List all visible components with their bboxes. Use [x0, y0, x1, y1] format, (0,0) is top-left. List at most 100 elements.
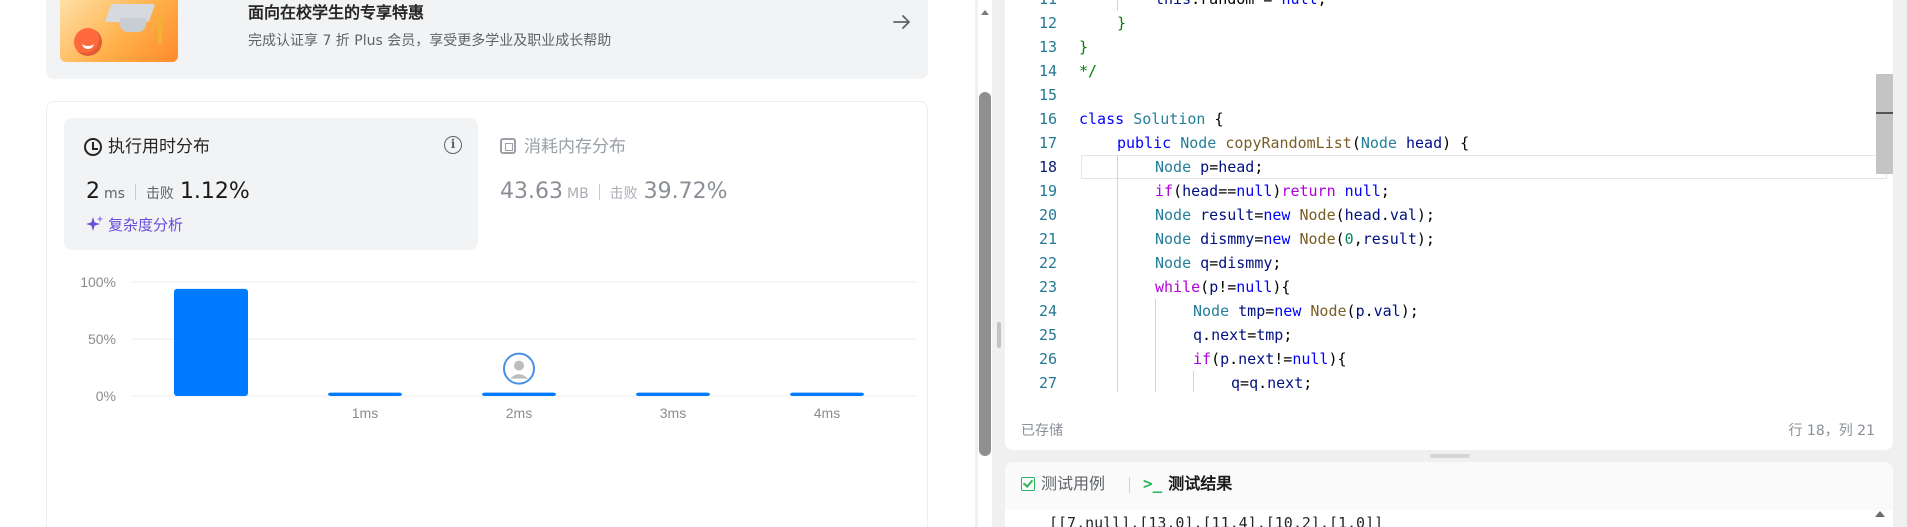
runtime-value: 2: [86, 179, 100, 204]
memory-value: 43.63: [500, 179, 563, 204]
indent-guide: [1117, 299, 1118, 323]
indent-guide: [1117, 203, 1118, 227]
code-line[interactable]: 18 Node p=head;: [1005, 155, 1885, 179]
code-text: */: [1079, 62, 1098, 80]
indent-guide: [1117, 0, 1118, 11]
code-line[interactable]: 21 Node dismmy=new Node(0,result);: [1005, 227, 1885, 251]
code-text: class Solution {: [1079, 110, 1224, 128]
line-number: 15: [1038, 86, 1057, 104]
line-number: 26: [1038, 350, 1057, 368]
chart-bar[interactable]: [636, 392, 710, 396]
line-number: 22: [1038, 254, 1057, 272]
line-number: 14: [1038, 62, 1057, 80]
code-text: }: [1117, 14, 1127, 32]
runtime-distribution-tab[interactable]: 执行用时分布 i 2 ms 击败 1.12% 复杂度分析: [64, 118, 478, 250]
code-line[interactable]: 13}: [1005, 35, 1885, 59]
code-text: Node tmp=new Node(p.val);: [1193, 302, 1419, 320]
line-number: 18: [1038, 158, 1057, 176]
code-line[interactable]: 11 this.random = null;: [1005, 0, 1885, 11]
code-line[interactable]: 23 while(p!=null){: [1005, 275, 1885, 299]
chart-bar[interactable]: [790, 392, 864, 396]
test-panel: 测试用例 >_ 测试结果 [[7,null],[13,0],[11,4],[10,…: [1005, 462, 1893, 527]
code-text: this.random = null;: [1155, 0, 1327, 11]
chart-y-tick-label: 50%: [88, 331, 116, 347]
line-number: 12: [1038, 14, 1057, 32]
indent-guide: [1117, 323, 1118, 347]
runtime-beat-pct: 1.12%: [179, 179, 250, 204]
code-scrollbar-thumb[interactable]: [1876, 74, 1893, 174]
app-root: 面向在校学生的专享特惠 完成认证享 7 折 Plus 会员，享受更多学业及职业成…: [0, 0, 1907, 527]
memory-metric: 43.63 MB 击败 39.72%: [500, 178, 728, 208]
memory-beat-pct: 39.72%: [643, 179, 728, 204]
code-text: Node dismmy=new Node(0,result);: [1155, 230, 1435, 248]
indent-guide: [1117, 275, 1118, 299]
line-number: 17: [1038, 134, 1057, 152]
line-number: 19: [1038, 182, 1057, 200]
indent-guide: [1117, 179, 1118, 203]
runtime-beat-label: 击败: [145, 186, 174, 202]
cursor-position: 行 18，列 21: [1788, 423, 1875, 439]
code-line[interactable]: 20 Node result=new Node(head.val);: [1005, 203, 1885, 227]
checkbox-icon: [1021, 477, 1035, 491]
code-scrollbar-cursor-marker: [1876, 112, 1893, 114]
arrow-right-icon[interactable]: [890, 10, 914, 34]
scroll-up-arrow-icon[interactable]: [1872, 506, 1888, 522]
code-text: q=q.next;: [1231, 374, 1313, 392]
indent-guide: [1155, 299, 1156, 323]
tab-test-results[interactable]: >_ 测试结果: [1143, 472, 1232, 496]
saved-status: 已存储: [1021, 423, 1063, 439]
code-editor[interactable]: 11this.random = null;12}13}14*/1516class…: [1005, 0, 1893, 392]
code-line[interactable]: 19 if(head==null)return null;: [1005, 179, 1885, 203]
runtime-title: 执行用时分布: [108, 137, 210, 157]
chart-y-tick-label: 0%: [96, 388, 116, 404]
indent-guide: [1155, 347, 1156, 371]
avatar-head-icon: [514, 360, 524, 371]
code-line[interactable]: 14 */: [1005, 59, 1885, 83]
memory-distribution-tab[interactable]: 消耗内存分布 43.63 MB 击败 39.72%: [500, 118, 910, 250]
chart-x-tick-label: 3ms: [660, 405, 686, 421]
line-number: 24: [1038, 302, 1057, 320]
code-text: if(head==null)return null;: [1155, 182, 1390, 200]
chart-bar[interactable]: [482, 392, 556, 396]
tab-divider: [1129, 477, 1130, 493]
chart-bar[interactable]: [328, 392, 402, 396]
line-number: 13: [1038, 38, 1057, 56]
line-number: 25: [1038, 326, 1057, 344]
runtime-metric: 2 ms 击败 1.12%: [86, 178, 250, 208]
code-editor-panel: 11this.random = null;12}13}14*/1516class…: [1005, 0, 1893, 450]
code-text: while(p!=null){: [1155, 278, 1291, 296]
indent-guide: [1155, 323, 1156, 347]
code-text: }: [1079, 38, 1089, 56]
indent-guide: [1193, 371, 1194, 392]
code-line[interactable]: 24 Node tmp=new Node(p.val);: [1005, 299, 1885, 323]
code-line[interactable]: 16 class Solution {: [1005, 107, 1885, 131]
tab-test-cases[interactable]: 测试用例: [1021, 472, 1105, 496]
code-line[interactable]: 17 public Node copyRandomList(Node head) …: [1005, 131, 1885, 155]
horizontal-resize-handle[interactable]: [1430, 454, 1470, 458]
code-line[interactable]: 27 q=q.next;: [1005, 371, 1885, 392]
student-promo-banner[interactable]: 面向在校学生的专享特惠 完成认证享 7 折 Plus 会员，享受更多学业及职业成…: [46, 0, 928, 79]
indent-guide: [1155, 371, 1156, 392]
chart-x-tick-label: 1ms: [352, 405, 378, 421]
code-text: if(p.next!=null){: [1193, 350, 1347, 368]
promo-subtitle: 完成认证享 7 折 Plus 会员，享受更多学业及职业成长帮助: [248, 33, 612, 49]
left-panel-scroll-thumb[interactable]: [979, 92, 991, 456]
code-line[interactable]: 15: [1005, 83, 1885, 107]
terminal-icon: >_: [1143, 474, 1163, 493]
code-line[interactable]: 22 Node q=dismmy;: [1005, 251, 1885, 275]
code-line[interactable]: 26 if(p.next!=null){: [1005, 347, 1885, 371]
code-line[interactable]: 12}: [1005, 11, 1885, 35]
clock-icon: [84, 138, 102, 156]
code-line[interactable]: 25 q.next=tmp;: [1005, 323, 1885, 347]
info-icon[interactable]: i: [444, 136, 462, 154]
vertical-resize-handle[interactable]: [997, 322, 1001, 348]
line-number: 16: [1038, 110, 1057, 128]
runtime-distribution-chart[interactable]: 100% 50% 0% 1ms 2ms 3ms 4ms: [60, 258, 920, 527]
code-text: public Node copyRandomList(Node head) {: [1117, 134, 1470, 152]
chart-y-tick-label: 100%: [80, 274, 116, 290]
indent-guide: [1117, 251, 1118, 275]
code-text: Node p=head;: [1155, 158, 1264, 176]
scroll-up-arrow-icon[interactable]: [978, 6, 992, 20]
complexity-analysis-link[interactable]: 复杂度分析: [86, 214, 183, 236]
chart-bar[interactable]: [174, 288, 248, 396]
